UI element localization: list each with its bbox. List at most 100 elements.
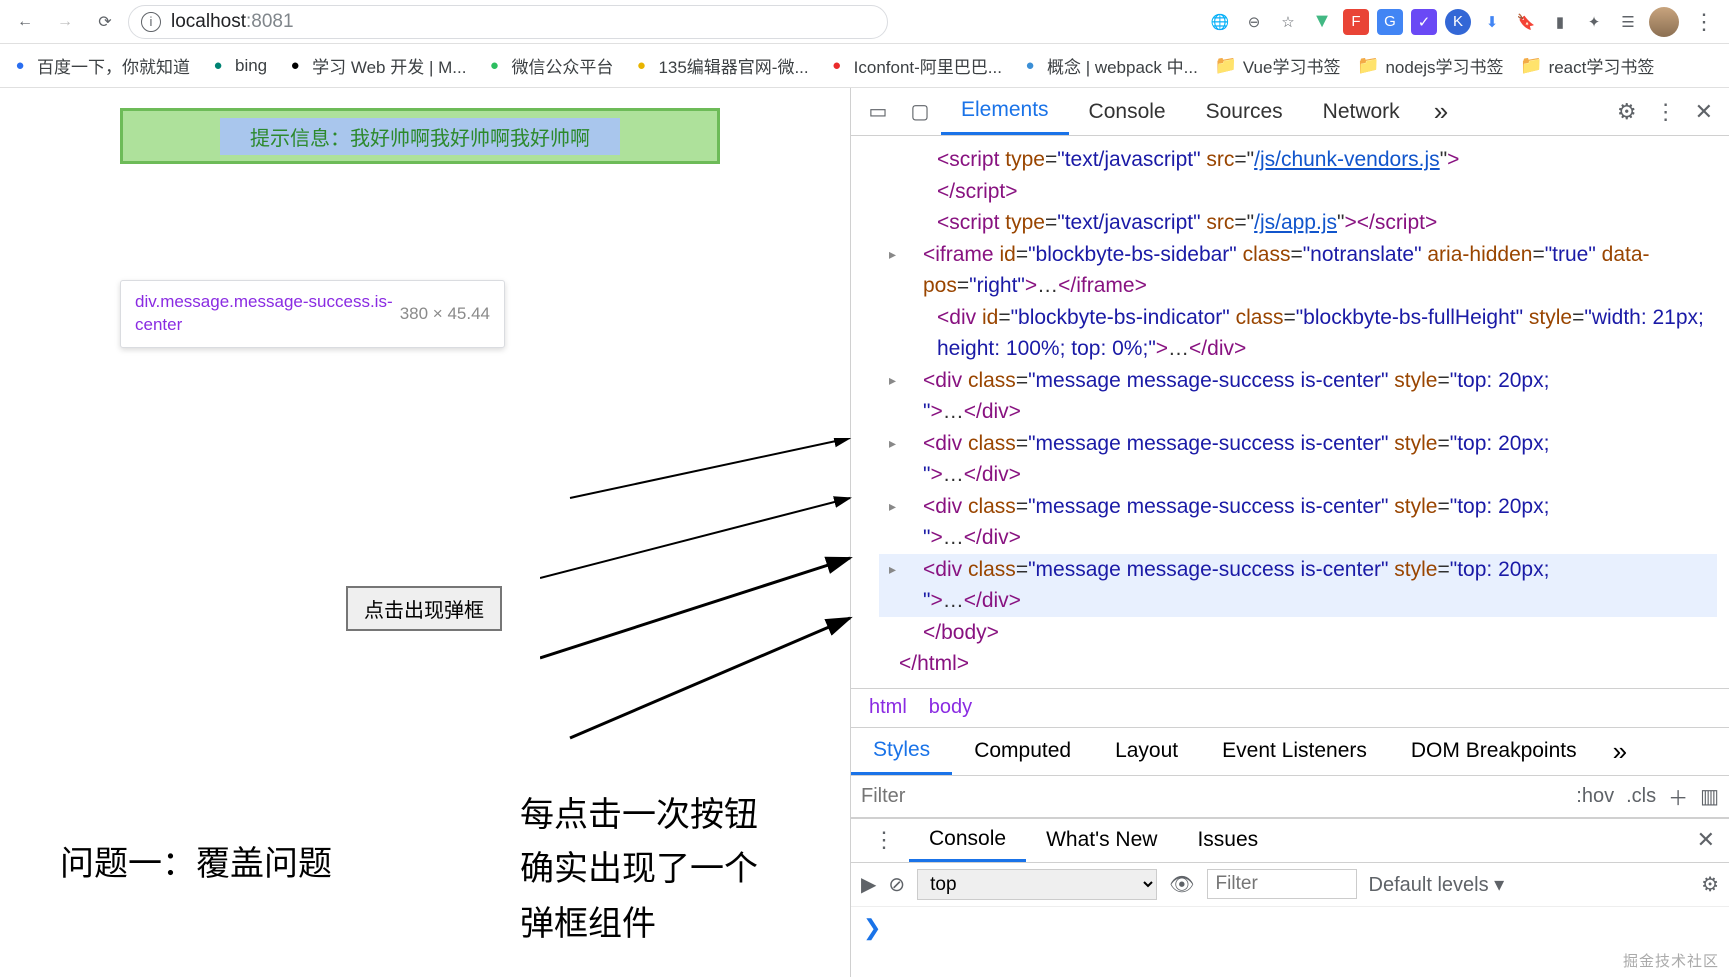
watermark: 掘金技术社区: [1623, 950, 1719, 971]
console-context-select[interactable]: top: [917, 869, 1157, 900]
styles-tab-listeners[interactable]: Event Listeners: [1200, 728, 1389, 775]
reload-button[interactable]: ⟳: [88, 5, 122, 39]
device-toolbar-icon[interactable]: ▢: [899, 99, 941, 124]
url-path: :8081: [246, 11, 294, 32]
ext-icon-5[interactable]: ⬇: [1479, 9, 1505, 35]
console-toolbar: ▶ ⊘ top 👁 Default levels ▾ ⚙: [851, 862, 1729, 906]
bookmark-label: nodejs学习书签: [1385, 53, 1503, 78]
bookmark-item[interactable]: ● Iconfont-阿里巴巴...: [827, 53, 1002, 78]
forward-button[interactable]: →: [48, 5, 82, 39]
star-icon[interactable]: ☆: [1275, 9, 1301, 35]
zoom-icon[interactable]: ⊖: [1241, 9, 1267, 35]
ext-icon-1[interactable]: F: [1343, 9, 1369, 35]
ext-icon-2[interactable]: G: [1377, 9, 1403, 35]
bookmarks-bar: ●百度一下，你就知道●bing●学习 Web 开发 | M...●微信公众平台●…: [0, 44, 1729, 88]
styles-more-icon[interactable]: »: [1599, 736, 1641, 767]
drawer-close-icon[interactable]: ✕: [1683, 827, 1729, 853]
tab-sources[interactable]: Sources: [1186, 88, 1303, 135]
bookmark-item[interactable]: 📁Vue学习书签: [1216, 53, 1341, 78]
more-tabs-icon[interactable]: »: [1420, 96, 1462, 127]
styles-tab-styles[interactable]: Styles: [851, 728, 952, 775]
site-info-icon[interactable]: i: [141, 12, 161, 32]
tooltip-dimensions: 380 × 45.44: [400, 304, 490, 324]
console-prompt: ❯: [863, 915, 881, 940]
cls-toggle[interactable]: .cls: [1626, 785, 1656, 808]
extensions-icon[interactable]: ✦: [1581, 9, 1607, 35]
bookmark-label: react学习书签: [1549, 53, 1655, 78]
bookmark-item[interactable]: 📁 react学习书签: [1522, 53, 1655, 78]
styles-panel-tabs: Styles Computed Layout Event Listeners D…: [851, 728, 1729, 776]
reading-list-icon[interactable]: ▮: [1547, 9, 1573, 35]
settings-icon[interactable]: ⚙: [1617, 99, 1637, 125]
drawer-tab-console[interactable]: Console: [909, 819, 1026, 862]
message-success: 提示信息：我好帅啊我好帅啊我好帅啊: [120, 108, 720, 164]
styles-filter-input[interactable]: [861, 785, 1564, 808]
bookmark-item[interactable]: ●bing: [208, 56, 267, 76]
bookmark-icon[interactable]: 🔖: [1513, 9, 1539, 35]
dom-tree[interactable]: <script type="text/javascript" src="/js/…: [851, 136, 1729, 688]
hov-toggle[interactable]: :hov: [1576, 785, 1614, 808]
bookmark-label: 概念 | webpack 中...: [1047, 53, 1198, 78]
bookmark-item[interactable]: ● 百度一下，你就知道: [10, 53, 190, 78]
folder-icon: 📁: [1522, 56, 1542, 76]
favicon-icon: ●: [10, 56, 30, 76]
bookmark-label: bing: [235, 56, 267, 76]
panel-icon[interactable]: ☰: [1615, 9, 1641, 35]
avatar[interactable]: [1649, 7, 1679, 37]
favicon-icon: ●: [1020, 56, 1040, 76]
favicon-icon: ●: [631, 56, 651, 76]
devtools-tabs: ▭ ▢ Elements Console Sources Network » ⚙…: [851, 88, 1729, 136]
bookmark-label: 学习 Web 开发 | M...: [312, 53, 466, 78]
console-eye-icon[interactable]: 👁: [1169, 872, 1194, 897]
page-viewport: 提示信息：我好帅啊我好帅啊我好帅啊 div.message.message-su…: [0, 88, 850, 977]
add-rule-icon[interactable]: ＋: [1668, 782, 1688, 811]
breadcrumb[interactable]: html body: [851, 688, 1729, 728]
bookmark-item[interactable]: ●135编辑器官网-微...: [631, 53, 808, 78]
devtools-panel: ▭ ▢ Elements Console Sources Network » ⚙…: [850, 88, 1729, 977]
drawer-tab-issues[interactable]: Issues: [1177, 819, 1278, 862]
ext-icon-3[interactable]: ✓: [1411, 9, 1437, 35]
annotation-explain: 每点击一次按钮 确实出现了一个 弹框组件: [520, 788, 758, 951]
devtools-menu-icon[interactable]: ⋮: [1655, 99, 1677, 125]
console-clear-icon[interactable]: ⊘: [888, 872, 905, 897]
back-button[interactable]: ←: [8, 5, 42, 39]
favicon-icon: ●: [285, 56, 305, 76]
message-text: 提示信息：我好帅啊我好帅啊我好帅啊: [220, 118, 620, 155]
styles-tab-breakpoints[interactable]: DOM Breakpoints: [1389, 728, 1599, 775]
bookmark-label: Iconfont-阿里巴巴...: [854, 53, 1002, 78]
vue-devtools-icon[interactable]: ▼: [1309, 9, 1335, 35]
tab-network[interactable]: Network: [1303, 88, 1420, 135]
crumb-body[interactable]: body: [929, 696, 972, 719]
bookmark-item[interactable]: ● 学习 Web 开发 | M...: [285, 53, 466, 78]
annotation-question: 问题一：覆盖问题: [60, 836, 332, 885]
console-body[interactable]: ❯: [851, 906, 1729, 977]
favicon-icon: ●: [827, 56, 847, 76]
tab-elements[interactable]: Elements: [941, 88, 1069, 135]
trigger-button[interactable]: 点击出现弹框: [346, 586, 502, 631]
panel-layout-icon[interactable]: ▥: [1700, 784, 1719, 809]
address-bar[interactable]: i localhost:8081: [128, 5, 888, 39]
styles-tab-computed[interactable]: Computed: [952, 728, 1093, 775]
console-settings-icon[interactable]: ⚙: [1701, 872, 1719, 897]
styles-tab-layout[interactable]: Layout: [1093, 728, 1200, 775]
styles-filter-row: :hov .cls ＋ ▥: [851, 776, 1729, 818]
extension-row: 🌐 ⊖ ☆ ▼ F G ✓ K ⬇ 🔖 ▮ ✦ ☰ ⋮: [1207, 7, 1721, 37]
bookmark-item[interactable]: 📁nodejs学习书签: [1358, 53, 1503, 78]
inspect-icon[interactable]: ▭: [857, 99, 899, 124]
annotation-arrows: [540, 438, 880, 758]
tab-console[interactable]: Console: [1069, 88, 1186, 135]
bookmark-item[interactable]: ●微信公众平台: [484, 53, 613, 78]
console-sidebar-icon[interactable]: ▶: [861, 872, 876, 897]
bookmark-item[interactable]: ● 概念 | webpack 中...: [1020, 53, 1198, 78]
translate-icon[interactable]: 🌐: [1207, 9, 1233, 35]
drawer-menu-icon[interactable]: ⋮: [859, 827, 909, 853]
chrome-menu-icon[interactable]: ⋮: [1687, 9, 1721, 35]
console-drawer-tabs: ⋮ Console What's New Issues ✕: [851, 818, 1729, 862]
drawer-tab-whatsnew[interactable]: What's New: [1026, 819, 1177, 862]
close-devtools-icon[interactable]: ✕: [1695, 99, 1713, 125]
console-levels[interactable]: Default levels ▾: [1369, 872, 1505, 897]
bookmark-label: 百度一下，你就知道: [37, 53, 190, 78]
console-filter-input[interactable]: [1207, 869, 1357, 899]
ext-icon-4[interactable]: K: [1445, 9, 1471, 35]
crumb-html[interactable]: html: [869, 696, 907, 719]
